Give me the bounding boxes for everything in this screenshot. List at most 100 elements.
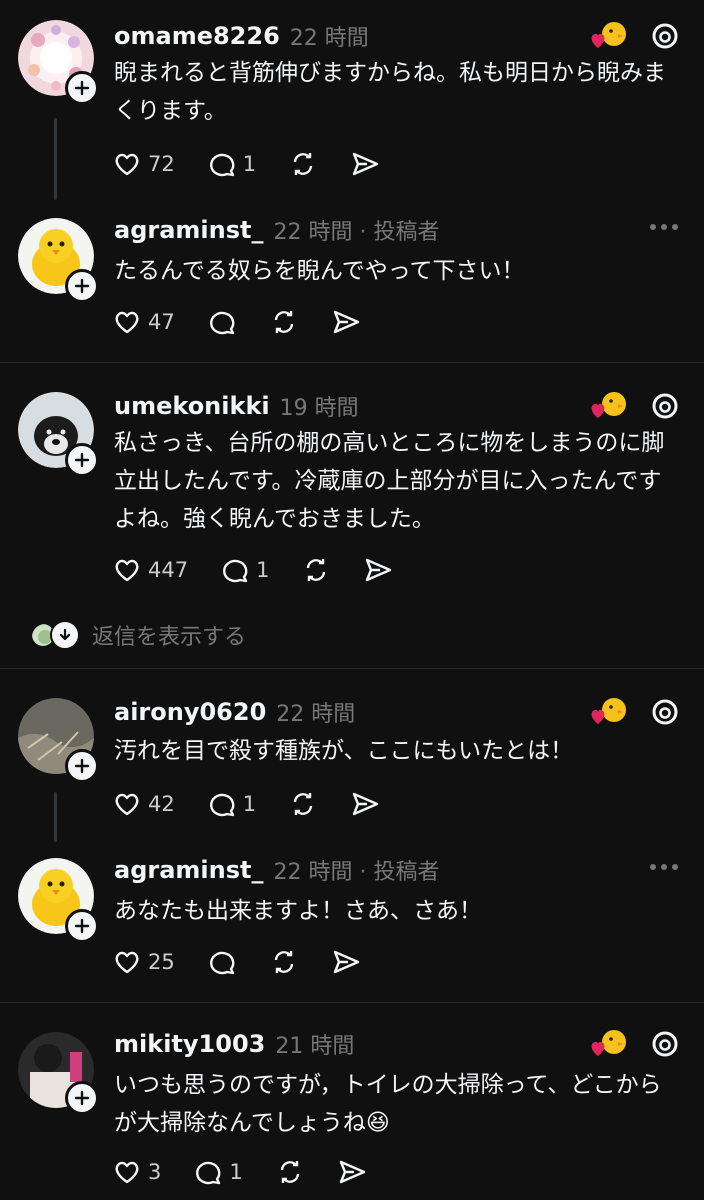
follow-plus-button[interactable] xyxy=(65,1081,99,1115)
plus-icon xyxy=(74,80,90,96)
reply-post: airony0620 22 時間 汚れを目で殺す種族が、ここにもいたとは！ 42… xyxy=(0,694,704,842)
liked-by-author-badge xyxy=(588,694,628,730)
share-button[interactable] xyxy=(337,1157,367,1187)
reply-post: umekonikki 19 時間 私さっき、台所の棚の高いところに物をしまうのに… xyxy=(0,388,704,598)
comment-icon xyxy=(196,1161,221,1185)
timestamp-author-label: 22 時間 · 投稿者 xyxy=(273,860,440,885)
reply-button[interactable] xyxy=(207,947,237,977)
send-icon xyxy=(352,792,379,816)
username[interactable]: mikity1003 xyxy=(114,1030,265,1058)
share-button[interactable] xyxy=(331,947,361,977)
follow-plus-button[interactable] xyxy=(65,71,99,105)
chick-heart-icon xyxy=(591,1030,626,1056)
share-button[interactable] xyxy=(350,789,380,819)
follow-plus-button[interactable] xyxy=(65,443,99,477)
heart-icon xyxy=(115,311,139,334)
share-button[interactable] xyxy=(350,149,380,179)
like-button[interactable]: 25 xyxy=(112,947,175,977)
threads-logo-icon[interactable] xyxy=(650,697,680,727)
heart-icon xyxy=(115,951,139,974)
timestamp: 19 時間 xyxy=(279,396,359,421)
repost-button[interactable] xyxy=(288,789,318,819)
like-button[interactable]: 3 xyxy=(112,1157,161,1187)
show-replies-label: 返信を表示する xyxy=(92,625,247,650)
send-icon xyxy=(352,152,379,176)
post-text: いつも思うのですが，トイレの大掃除って、どこからが大掃除なんでしょうね😆 xyxy=(114,1072,662,1136)
like-button[interactable]: 447 xyxy=(112,555,188,585)
follow-plus-button[interactable] xyxy=(65,269,99,303)
plus-icon xyxy=(74,1090,90,1106)
reply-button[interactable]: 1 xyxy=(207,149,256,179)
reply-post: omame8226 22 時間 睨まれると背筋伸びますからね。私も明日から睨みま… xyxy=(0,18,704,200)
timestamp: 22 時間 xyxy=(276,702,356,727)
timestamp-author-label: 22 時間 · 投稿者 xyxy=(273,220,440,245)
repost-icon xyxy=(274,311,293,333)
repost-button[interactable] xyxy=(269,947,299,977)
like-count: 47 xyxy=(148,310,175,334)
reply-button[interactable]: 1 xyxy=(207,789,256,819)
like-button[interactable]: 42 xyxy=(112,789,175,819)
reply-button[interactable] xyxy=(207,307,237,337)
chevron-down-icon xyxy=(50,620,80,650)
repost-icon xyxy=(293,153,313,175)
show-replies-button[interactable]: 返信を表示する xyxy=(30,618,246,652)
post-text: 睨まれると背筋伸びますからね。私も明日から睨みまくります。 xyxy=(114,60,666,124)
divider xyxy=(0,362,704,363)
repost-button[interactable] xyxy=(269,307,299,337)
like-count: 3 xyxy=(148,1160,162,1184)
send-icon xyxy=(366,558,392,582)
reply-count: 1 xyxy=(242,792,257,816)
threads-logo-icon[interactable] xyxy=(650,1029,680,1059)
like-count: 42 xyxy=(148,792,175,816)
like-count: 25 xyxy=(148,950,175,974)
chick-heart-icon xyxy=(591,392,626,418)
threads-logo-icon[interactable] xyxy=(650,21,680,51)
repost-button[interactable] xyxy=(275,1157,305,1187)
post-text: 私さっき、台所の棚の高いところに物をしまうのに脚立出したんです。冷蔵庫の上部分が… xyxy=(114,430,665,532)
repost-button[interactable] xyxy=(301,555,331,585)
liked-by-author-badge xyxy=(588,18,628,54)
heart-icon xyxy=(115,793,139,816)
heart-icon xyxy=(115,1161,139,1184)
reply-button[interactable]: 1 xyxy=(220,555,269,585)
liked-by-author-badge xyxy=(588,1026,628,1062)
more-options-icon[interactable] xyxy=(650,864,678,870)
follow-plus-button[interactable] xyxy=(65,909,99,943)
repost-icon xyxy=(307,559,326,581)
reply-post: mikity1003 21 時間 いつも思うのですが，トイレの大掃除って、どこか… xyxy=(0,1026,704,1200)
comment-icon xyxy=(209,153,235,177)
reply-button[interactable]: 1 xyxy=(193,1157,243,1187)
like-button[interactable]: 72 xyxy=(112,149,175,179)
comment-icon xyxy=(209,311,235,335)
send-icon xyxy=(333,950,359,974)
divider xyxy=(0,1002,704,1003)
send-icon xyxy=(339,1160,365,1184)
post-text: 汚れを目で殺す種族が、ここにもいたとは！ xyxy=(114,738,574,764)
timestamp: 21 時間 xyxy=(275,1034,355,1059)
thread-line xyxy=(54,118,57,200)
share-button[interactable] xyxy=(331,307,361,337)
plus-icon xyxy=(74,918,90,934)
threads-logo-icon[interactable] xyxy=(650,391,680,421)
reply-count: 1 xyxy=(229,1160,243,1184)
more-options-icon[interactable] xyxy=(650,224,678,230)
share-button[interactable] xyxy=(363,555,393,585)
username[interactable]: agraminst_ xyxy=(114,216,263,244)
username[interactable]: airony0620 xyxy=(114,698,266,726)
username[interactable]: omame8226 xyxy=(114,22,280,50)
reply-count: 1 xyxy=(256,558,270,582)
like-button[interactable]: 47 xyxy=(112,307,175,337)
timestamp: 22 時間 xyxy=(289,26,369,51)
username[interactable]: umekonikki xyxy=(114,392,270,420)
post-text: たるんでる奴らを睨んでやって下さい！ xyxy=(114,258,525,284)
comment-icon xyxy=(209,793,235,817)
plus-icon xyxy=(74,452,90,468)
follow-plus-button[interactable] xyxy=(65,749,99,783)
author-reply-post: agraminst_ 22 時間 · 投稿者 たるんでる奴らを睨んでやって下さい… xyxy=(0,212,704,342)
comment-icon xyxy=(223,559,248,583)
username[interactable]: agraminst_ xyxy=(114,856,263,884)
repost-button[interactable] xyxy=(288,149,318,179)
liked-by-author-badge xyxy=(588,388,628,424)
plus-icon xyxy=(74,758,90,774)
comment-icon xyxy=(209,951,235,975)
